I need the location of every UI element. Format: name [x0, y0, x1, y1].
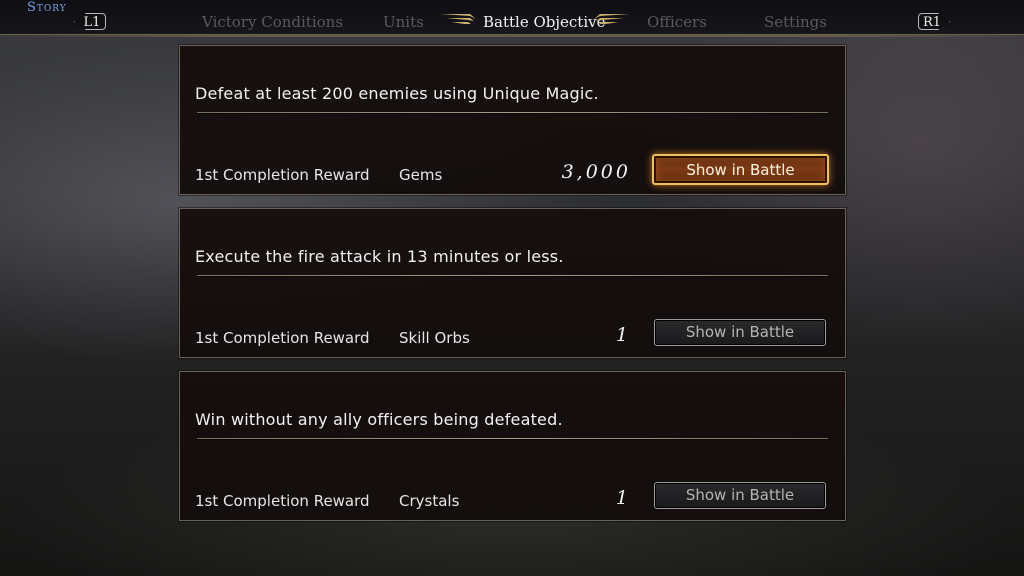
top-navigation-bar: Story L1 Victory Conditions Units Battle…: [0, 0, 1024, 37]
r1-shoulder-button[interactable]: R1: [918, 13, 950, 30]
reward-amount: 1: [615, 324, 631, 346]
divider: [197, 438, 828, 440]
l1-shoulder-button[interactable]: L1: [74, 13, 106, 30]
right-wing-ornament-icon: [594, 14, 630, 24]
show-in-battle-button[interactable]: Show in Battle: [654, 482, 826, 509]
tab-settings[interactable]: Settings: [764, 13, 827, 31]
reward-amount: 3,000: [561, 161, 631, 183]
reward-label: 1st Completion Reward: [195, 166, 370, 184]
objective-text: Defeat at least 200 enemies using Unique…: [195, 84, 599, 103]
reward-item: Crystals: [399, 492, 460, 510]
objective-text: Execute the fire attack in 13 minutes or…: [195, 247, 564, 266]
reward-item: Gems: [399, 166, 443, 184]
objective-text: Win without any ally officers being defe…: [195, 410, 563, 429]
reward-label: 1st Completion Reward: [195, 492, 370, 510]
left-wing-ornament-icon: [440, 14, 476, 24]
show-in-battle-button[interactable]: Show in Battle: [652, 154, 829, 185]
objective-card: Defeat at least 200 enemies using Unique…: [179, 45, 846, 195]
tab-units[interactable]: Units: [383, 13, 424, 31]
objective-card: Win without any ally officers being defe…: [179, 371, 846, 521]
tab-victory-conditions[interactable]: Victory Conditions: [202, 13, 343, 31]
show-in-battle-button[interactable]: Show in Battle: [654, 319, 826, 346]
tab-officers[interactable]: Officers: [647, 13, 707, 31]
mode-label: Story: [27, 0, 67, 15]
divider: [197, 275, 828, 277]
reward-amount: 1: [615, 487, 631, 509]
tab-battle-objective[interactable]: Battle Objective: [483, 13, 605, 31]
divider: [197, 112, 828, 114]
reward-item: Skill Orbs: [399, 329, 470, 347]
objective-card: Execute the fire attack in 13 minutes or…: [179, 208, 846, 358]
reward-label: 1st Completion Reward: [195, 329, 370, 347]
